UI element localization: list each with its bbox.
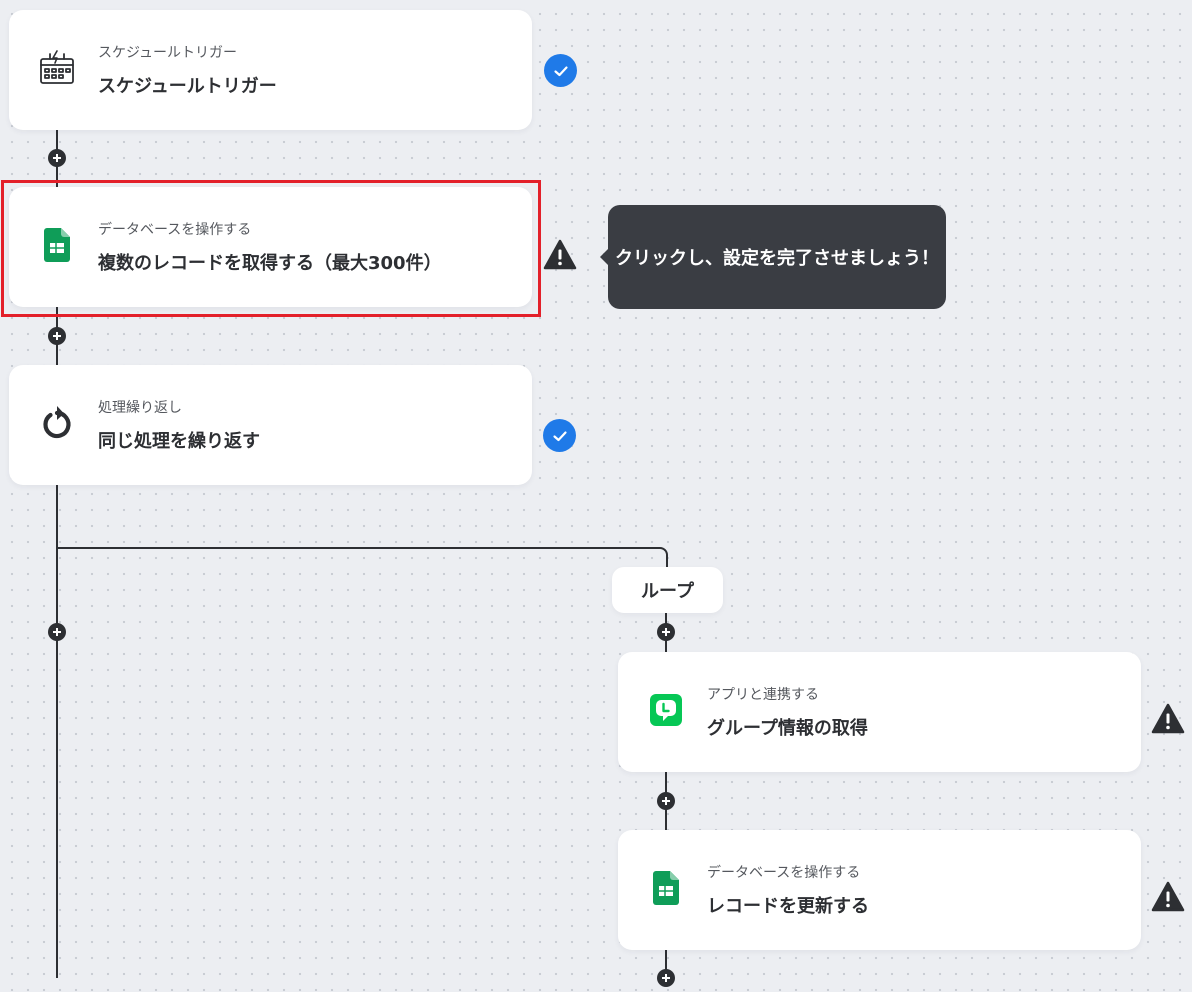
add-loop-step-button[interactable] (657, 969, 675, 987)
check-icon (543, 419, 576, 452)
step-category: データベースを操作する (707, 865, 861, 881)
loop-branch-connector (58, 547, 668, 569)
step-category: アプリと連携する (707, 687, 819, 703)
selected-step-highlight (1, 180, 541, 317)
add-step-button[interactable] (48, 327, 66, 345)
line-app-icon (646, 690, 686, 730)
add-step-button[interactable] (48, 623, 66, 641)
step-title: レコードを更新する (707, 896, 869, 917)
step-card-update-record[interactable]: データベースを操作する レコードを更新する (618, 830, 1141, 950)
loop-arrow-icon (37, 403, 77, 443)
google-sheets-icon (646, 868, 686, 908)
step-category: 処理繰り返し (98, 400, 182, 416)
loop-label[interactable]: ループ (612, 567, 723, 613)
add-step-button[interactable] (48, 149, 66, 167)
step-title: 同じ処理を繰り返す (98, 431, 260, 452)
calendar-schedule-icon (37, 48, 77, 88)
step-card-get-group-info[interactable]: アプリと連携する グループ情報の取得 (618, 652, 1141, 772)
add-loop-step-button[interactable] (657, 623, 675, 641)
add-loop-step-button[interactable] (657, 792, 675, 810)
step-category: スケジュールトリガー (98, 45, 238, 61)
warning-icon (543, 239, 577, 272)
step-title: グループ情報の取得 (707, 718, 868, 739)
warning-icon (1151, 703, 1185, 736)
step-card-repeat[interactable]: 処理繰り返し 同じ処理を繰り返す (9, 365, 532, 485)
warning-icon (1151, 881, 1185, 914)
setup-tooltip: クリックし、設定を完了させましょう！ (600, 205, 946, 309)
step-title: スケジュールトリガー (98, 76, 277, 97)
step-card-schedule-trigger[interactable]: スケジュールトリガー スケジュールトリガー (9, 10, 532, 130)
check-icon (544, 54, 577, 87)
